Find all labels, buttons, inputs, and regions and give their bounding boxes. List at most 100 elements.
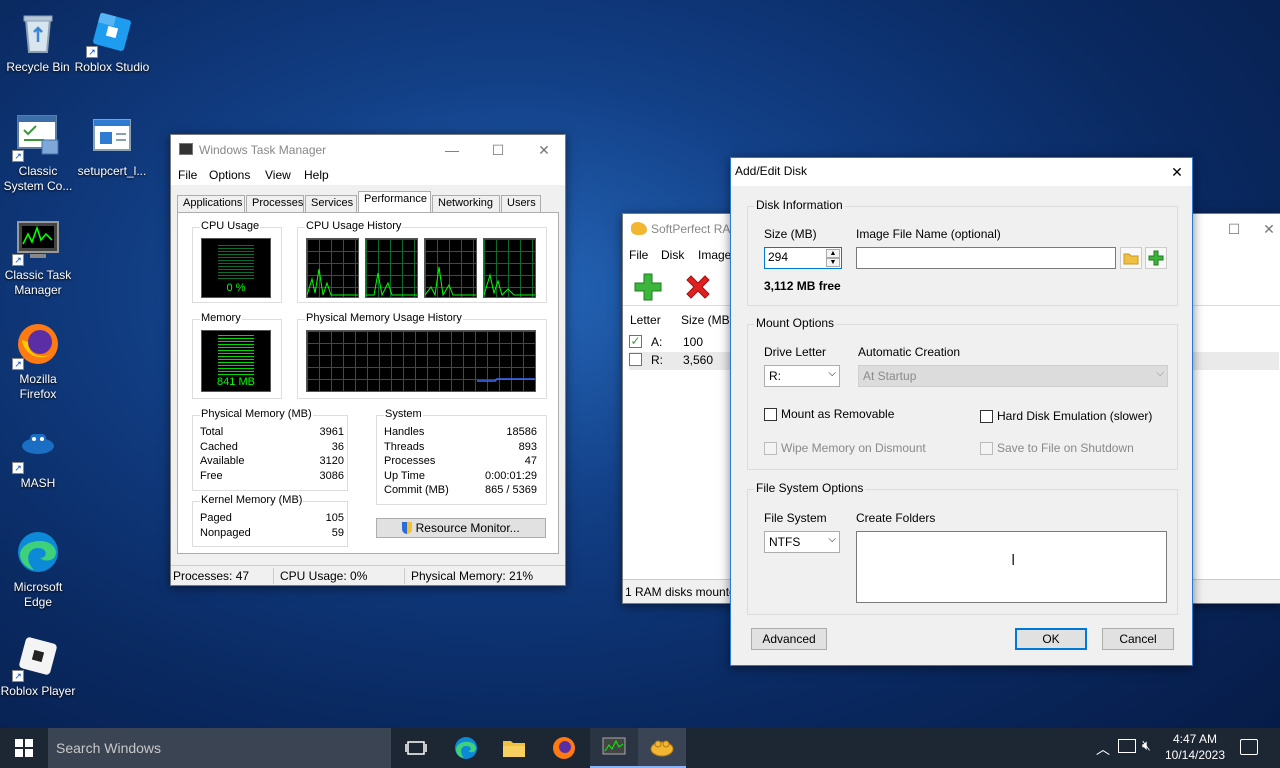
task-view-button[interactable] [392,728,440,768]
tab-networking[interactable]: Networking [432,195,500,213]
taskbar-softperfect[interactable] [638,728,686,768]
close-button[interactable]: ✕ [1161,158,1193,186]
checkbox-unchecked[interactable] [629,353,642,366]
table-row: Paged 105 [200,511,344,526]
menu-help[interactable]: Help [304,168,329,182]
wipe-memory-checkbox[interactable]: Wipe Memory on Dismount [764,441,926,455]
table-row: Cached 36 [200,440,344,455]
close-button[interactable]: ✕ [521,135,567,165]
add-disk-button[interactable] [633,272,663,302]
menu-file[interactable]: File [178,168,197,182]
desktop-icon-roblox-studio[interactable]: ↗ Roblox Studio [74,8,150,75]
setupcert-file-icon [88,112,136,160]
advanced-button[interactable]: Advanced [751,628,827,650]
desktop-icon-firefox[interactable]: ↗ Mozilla Firefox [0,320,76,402]
add-image-button[interactable] [1145,247,1167,269]
chevron-down-icon: ⌵ [828,534,836,545]
row-value: 865 / 5369 [485,484,537,496]
chevron-up-icon[interactable]: ︿ [1096,739,1110,759]
create-folders-textarea[interactable]: I [856,531,1167,603]
menu-options[interactable]: Options [209,168,250,182]
spin-down-button[interactable]: ▼ [826,258,840,267]
desktop-icon-classic-system-config[interactable]: ↗ Classic System Co... [0,112,76,194]
drive-letter-select[interactable]: R: ⌵ [764,365,840,387]
resource-monitor-button[interactable]: Resource Monitor... [376,518,546,538]
roblox-studio-icon: ↗ [86,8,136,58]
start-button[interactable] [0,728,48,768]
cpu-usage-label: CPU Usage [200,220,261,232]
cancel-button[interactable]: Cancel [1102,628,1174,650]
shortcut-arrow-icon: ↗ [86,46,98,58]
menu-file[interactable]: File [629,248,648,262]
file-system-select[interactable]: NTFS ⌵ [764,531,840,553]
column-letter[interactable]: Letter [630,313,661,327]
size-spinbox[interactable]: 294 ▲ ▼ [764,247,842,269]
save-to-file-checkbox[interactable]: Save to File on Shutdown [980,441,1134,455]
title-bar[interactable]: Windows Task Manager — ☐ ✕ [171,135,565,165]
minimize-button[interactable]: — [429,135,475,165]
hard-disk-emulation-checkbox[interactable]: Hard Disk Emulation (slower) [980,409,1152,423]
tab-performance[interactable]: Performance [358,191,431,213]
tab-processes[interactable]: Processes [246,195,304,213]
desktop-icon-roblox-player[interactable]: ↗ Roblox Player [0,632,76,699]
tab-applications[interactable]: Applications [177,195,245,213]
maximize-button[interactable]: ☐ [1211,214,1257,244]
desktop-icon-classic-task-manager[interactable]: ↗ Classic Task Manager [0,216,76,298]
status-divider [273,568,274,584]
windows-logo-icon [15,739,33,757]
remove-disk-button[interactable] [683,272,713,302]
auto-creation-select[interactable]: At Startup ⌵ [858,365,1168,387]
plus-icon [634,273,662,301]
ok-button[interactable]: OK [1015,628,1087,650]
desktop-icon-mash[interactable]: ↗ MASH [0,424,76,491]
title-bar[interactable]: Add/Edit Disk ✕ [731,158,1192,186]
table-row: Nonpaged 59 [200,526,344,541]
table-row: Up Time 0:00:01:29 [384,469,537,484]
spin-up-button[interactable]: ▲ [826,249,840,258]
cpu-history-graph-1 [306,238,359,298]
kernel-memory-group: Kernel Memory (MB) Paged 105 Nonpaged 59 [192,494,348,547]
system-group: System Handles 18586 Threads 893 Processes… [376,408,547,505]
image-file-input[interactable] [856,247,1116,269]
tab-services[interactable]: Services [305,195,357,213]
search-box[interactable]: Search Windows [48,728,391,768]
row-label: Up Time [384,469,425,482]
tab-users[interactable]: Users [501,195,541,213]
performance-panel: CPU Usage 0 % CPU Usage History Memory 8… [177,212,559,554]
file-system-options-label: File System Options [754,481,866,495]
taskbar: Search Windows ︿ 🔇︎ 4:47 AM 10/14/2023 [0,728,1280,768]
free-space-text: 3,112 MB free [764,279,841,293]
taskbar-firefox[interactable] [540,728,588,768]
volume-muted-icon[interactable]: 🔇︎ [1142,737,1151,754]
menu-image[interactable]: Image [698,248,731,262]
column-size[interactable]: Size (MB) [681,313,734,327]
disk-information-label: Disk Information [754,198,845,212]
browse-folder-button[interactable] [1120,247,1142,269]
network-icon[interactable] [1118,739,1136,753]
table-row: Handles 18586 [384,425,537,440]
status-text: 1 RAM disks mounte [625,585,736,599]
checkbox-checked[interactable]: ✓ [629,335,642,348]
clock[interactable]: 4:47 AM 10/14/2023 [1160,731,1230,763]
table-row: Processes 47 [384,454,537,469]
desktop-icon-edge[interactable]: Microsoft Edge [0,528,76,610]
notification-icon[interactable] [1240,739,1258,755]
desktop-icon-setupcert[interactable]: setupcert_l... [74,112,150,179]
folder-icon [503,741,525,757]
maximize-button[interactable]: ☐ [475,135,521,165]
taskbar-file-explorer[interactable] [490,728,538,768]
row-label: Free [200,469,223,482]
close-button[interactable]: ✕ [1257,214,1280,244]
row-label: Nonpaged [200,526,251,539]
taskbar-edge[interactable] [442,728,490,768]
table-row: Threads 893 [384,440,537,455]
create-folders-label: Create Folders [856,511,936,525]
menu-view[interactable]: View [265,168,291,182]
desktop-icon-recycle-bin[interactable]: Recycle Bin [0,8,76,75]
row-label: Handles [384,426,425,438]
taskbar-task-manager[interactable] [590,728,638,768]
mount-removable-checkbox[interactable]: Mount as Removable [764,407,894,421]
menu-disk[interactable]: Disk [661,248,684,262]
desktop-icon-label: MASH [20,476,56,490]
disk-letter: R: [651,353,663,367]
